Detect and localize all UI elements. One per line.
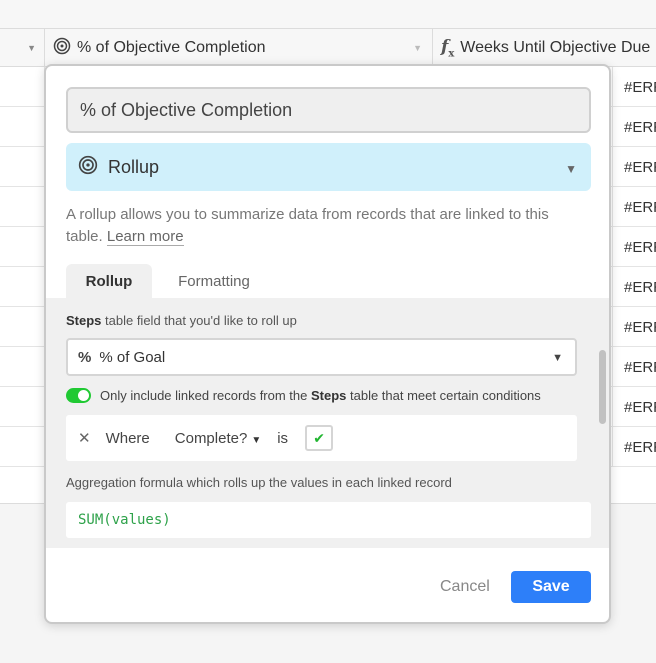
error-cell[interactable]: #ERR	[624, 399, 656, 416]
dialog-scrollbar[interactable]	[599, 350, 606, 424]
condition-toggle[interactable]	[66, 388, 91, 403]
selected-field-label: % of Goal	[99, 348, 166, 366]
close-icon[interactable]: ✕	[78, 429, 91, 447]
chevron-down-icon: ▼	[565, 162, 577, 176]
tab-formatting[interactable]: Formatting	[162, 264, 266, 298]
error-cell[interactable]: #ERR	[624, 439, 656, 456]
field-type-description: A rollup allows you to summarize data fr…	[66, 204, 576, 248]
error-cell[interactable]: #ERR	[624, 79, 656, 96]
condition-value-checkbox[interactable]: ✔	[305, 425, 334, 451]
error-cell[interactable]: #ERR	[624, 199, 656, 216]
error-cell[interactable]: #ERR	[624, 279, 656, 296]
chevron-down-icon[interactable]: ▼	[27, 43, 36, 53]
chevron-down-icon[interactable]: ▼	[413, 43, 422, 53]
toolbar-strip	[0, 0, 656, 28]
caret-down-icon: ▼	[251, 434, 262, 446]
learn-more-link[interactable]: Learn more	[106, 228, 184, 246]
field-name-value: % of Objective Completion	[80, 99, 293, 120]
condition-field-select[interactable]: Complete? ▼	[175, 430, 261, 447]
save-button[interactable]: Save	[511, 571, 591, 603]
condition-toggle-label: Only include linked records from the Ste…	[100, 388, 541, 403]
linked-table-name: Steps	[66, 313, 102, 328]
error-cell[interactable]: #ERR	[624, 239, 656, 256]
field-type-select[interactable]: Rollup ▼	[66, 143, 591, 191]
aggregation-formula-input[interactable]: SUM(values)	[66, 502, 591, 538]
cancel-button[interactable]: Cancel	[440, 578, 490, 596]
column-header-objective-completion[interactable]: % of Objective Completion ▼	[45, 29, 433, 67]
rollup-field-prompt: Steps table field that you'd like to rol…	[66, 313, 297, 328]
rollup-settings-panel: Steps table field that you'd like to rol…	[46, 298, 609, 548]
column-header-label: Weeks Until Objective Due	[460, 39, 651, 56]
column-header-weeks-until-due[interactable]: fx Weeks Until Objective Due	[433, 29, 656, 67]
formula-icon: fx	[441, 36, 455, 60]
condition-where-label: Where	[105, 429, 150, 447]
tab-rollup[interactable]: Rollup	[66, 264, 152, 298]
condition-toggle-row: Only include linked records from the Ste…	[66, 388, 541, 403]
field-config-dialog: % of Objective Completion Rollup ▼ A rol…	[44, 64, 611, 624]
percent-icon: %	[78, 348, 92, 366]
condition-operator[interactable]: is	[277, 430, 288, 447]
rollup-field-select[interactable]: % % of Goal ▼	[66, 338, 577, 376]
column-header-label: % of Objective Completion	[77, 39, 266, 56]
rollup-icon	[53, 37, 71, 60]
aggregation-label: Aggregation formula which rolls up the v…	[66, 475, 452, 490]
checkmark-icon: ✔	[313, 429, 325, 446]
field-type-label: Rollup	[108, 156, 160, 177]
column-header-previous[interactable]: ▼	[0, 29, 45, 67]
chevron-down-icon: ▼	[552, 352, 563, 364]
prompt-text: table field that you'd like to roll up	[101, 313, 297, 328]
field-name-input[interactable]: % of Objective Completion	[66, 87, 591, 133]
error-cell[interactable]: #ERR	[624, 319, 656, 336]
error-cell[interactable]: #ERR	[624, 159, 656, 176]
grid-header: ▼ % of Objective Completion ▼ fx Weeks U…	[0, 28, 656, 67]
error-cell[interactable]: #ERR	[624, 359, 656, 376]
error-cell[interactable]: #ERR	[624, 119, 656, 136]
filter-condition: ✕ Where Complete? ▼ is ✔	[66, 415, 577, 461]
rollup-icon	[78, 155, 98, 180]
